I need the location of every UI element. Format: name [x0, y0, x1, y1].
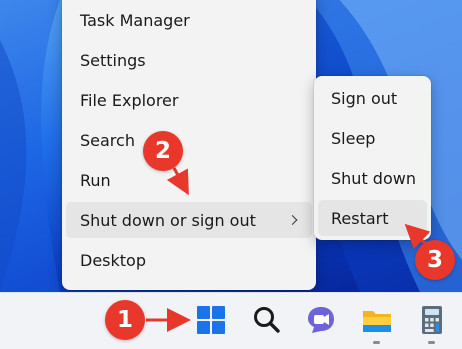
menu-item-restart[interactable]: Restart [318, 200, 427, 236]
menu-item-run[interactable]: Run [66, 162, 312, 198]
search-icon[interactable] [250, 303, 284, 337]
step-1-badge: 1 [105, 300, 145, 340]
menu-item-label: Search [80, 130, 135, 150]
calculator-icon[interactable] [415, 303, 449, 337]
menu-item-sign-out[interactable]: Sign out [318, 80, 427, 116]
step-3-badge: 3 [415, 240, 455, 280]
menu-item-label: Sign out [331, 88, 398, 108]
teams-chat-icon[interactable] [304, 303, 338, 337]
winx-context-menu: Task Manager Settings File Explorer Sear… [62, 0, 316, 290]
menu-item-label: Run [80, 170, 111, 190]
taskbar [0, 292, 462, 349]
menu-item-file-explorer[interactable]: File Explorer [66, 82, 312, 118]
running-indicator [428, 341, 435, 344]
menu-item-sleep[interactable]: Sleep [318, 120, 427, 156]
menu-item-label: Desktop [80, 250, 146, 270]
menu-item-label: Shut down [331, 168, 416, 188]
menu-item-desktop[interactable]: Desktop [66, 242, 312, 278]
menu-item-search[interactable]: Search [66, 122, 312, 158]
menu-item-shut-down-or-sign-out[interactable]: Shut down or sign out [66, 202, 312, 238]
windows-start-icon[interactable] [194, 303, 228, 337]
menu-item-task-manager[interactable]: Task Manager [66, 2, 312, 38]
running-indicator [373, 341, 380, 344]
menu-item-label: Shut down or sign out [80, 210, 256, 230]
menu-item-label: Settings [80, 50, 146, 70]
menu-item-shut-down[interactable]: Shut down [318, 160, 427, 196]
chevron-right-icon [287, 215, 298, 225]
shutdown-submenu: Sign out Sleep Shut down Restart [314, 76, 431, 240]
menu-item-settings[interactable]: Settings [66, 42, 312, 78]
file-explorer-icon[interactable] [360, 303, 394, 337]
step-2-badge: 2 [143, 131, 183, 171]
menu-item-label: Sleep [331, 128, 376, 148]
menu-item-label: Task Manager [80, 10, 190, 30]
menu-item-label: Restart [331, 208, 389, 228]
menu-item-label: File Explorer [80, 90, 179, 110]
